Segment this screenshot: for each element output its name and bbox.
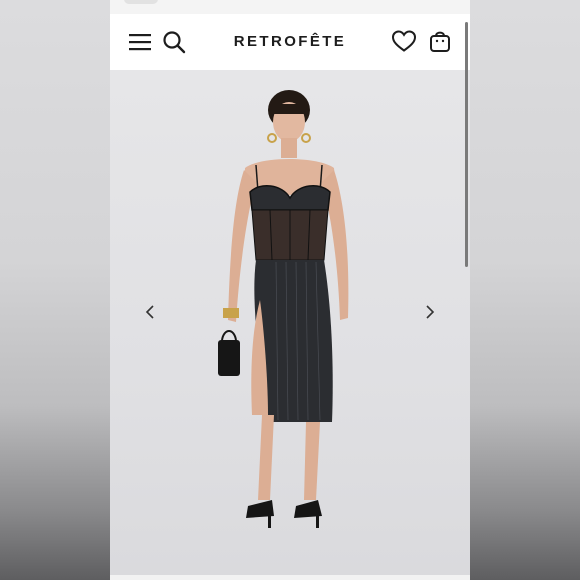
background-left	[0, 0, 110, 580]
shopping-bag-icon	[430, 31, 450, 52]
hamburger-menu-icon	[129, 34, 151, 51]
bottom-edge	[110, 575, 470, 580]
mobile-screen: RETROFÊTE	[110, 0, 470, 580]
wishlist-button[interactable]	[390, 27, 418, 55]
browser-top-strip	[110, 0, 470, 15]
top-strip-handle	[124, 0, 158, 4]
product-image-gallery[interactable]	[110, 70, 470, 575]
chevron-left-icon	[145, 305, 154, 319]
site-header: RETROFÊTE	[110, 14, 470, 70]
product-photo	[218, 90, 349, 528]
shopping-bag-button[interactable]	[426, 27, 454, 55]
chevron-right-icon	[426, 305, 435, 319]
menu-button[interactable]	[126, 28, 154, 56]
search-icon	[163, 31, 186, 54]
previous-image-button[interactable]	[140, 300, 160, 324]
brand-logo[interactable]: RETROFÊTE	[210, 33, 370, 50]
heart-icon	[391, 30, 417, 52]
search-button[interactable]	[160, 28, 188, 56]
background-right	[470, 0, 580, 580]
next-image-button[interactable]	[420, 300, 440, 324]
page-scrollbar[interactable]	[465, 22, 468, 267]
